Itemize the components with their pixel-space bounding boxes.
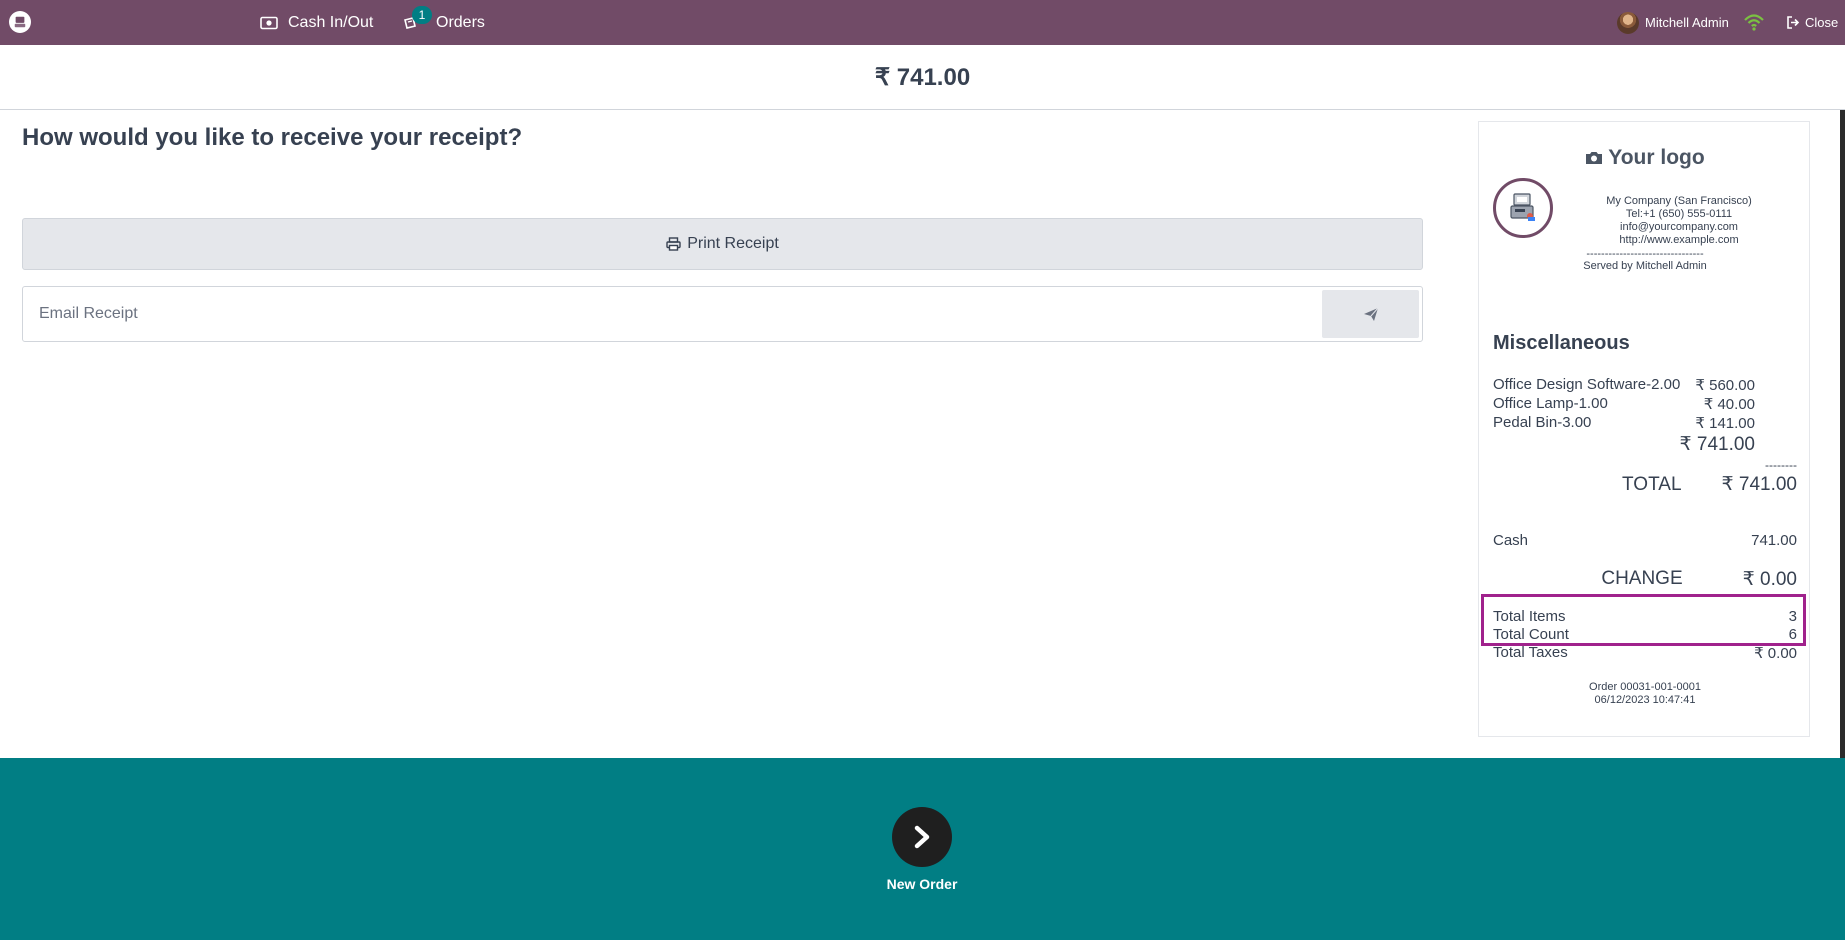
pos-logo-icon[interactable]: [9, 11, 31, 33]
total-taxes-value: ₹ 0.00: [1754, 645, 1797, 662]
printer-icon: [666, 237, 681, 251]
total-label: TOTAL: [1622, 474, 1682, 495]
cash-icon: [260, 16, 278, 29]
email-receipt-input[interactable]: [23, 287, 1322, 341]
user-name: Mitchell Admin: [1645, 15, 1729, 30]
category-title: Miscellaneous: [1493, 332, 1630, 354]
receipt-line: Office Lamp-1.00 ₹ 40.00: [1493, 395, 1755, 413]
payment-row: Cash 741.00: [1493, 532, 1797, 549]
new-order-button[interactable]: [892, 807, 952, 867]
email-receipt-form: [22, 286, 1423, 342]
paper-plane-icon: [1363, 307, 1378, 321]
total-items-value: 3: [1788, 608, 1797, 625]
line-price: ₹ 560.00: [1695, 377, 1755, 394]
company-website: http://www.example.com: [1619, 234, 1739, 246]
avatar: [1617, 11, 1639, 34]
company-email: info@yourcompany.com: [1620, 221, 1738, 233]
orders-button[interactable]: 1 Orders: [402, 0, 485, 45]
close-icon: [1787, 16, 1800, 29]
order-date: 06/12/2023 10:47:41: [1594, 694, 1696, 706]
served-by-block: -------------------------------- Served …: [1479, 248, 1811, 272]
close-button[interactable]: Close: [1786, 0, 1838, 45]
order-reference: Order 00031-001-0001 06/12/2023 10:47:41: [1479, 681, 1811, 707]
company-phone: Tel:+1 (650) 555-0111: [1625, 208, 1733, 220]
line-name: Pedal Bin-3.00: [1493, 414, 1592, 431]
company-info: My Company (San Francisco) Tel:+1 (650) …: [1559, 195, 1799, 247]
total-taxes-row: Total Taxes ₹ 0.00: [1493, 644, 1797, 662]
receipt-line: Pedal Bin-3.00 ₹ 141.00: [1493, 414, 1755, 432]
line-price: ₹ 141.00: [1695, 415, 1755, 432]
close-label: Close: [1805, 15, 1839, 30]
subtotal-dashes: --------: [1765, 458, 1797, 472]
chevron-right-icon: [914, 825, 930, 849]
subtotal: ₹ 741.00: [1679, 434, 1755, 455]
logo-text: Your logo: [1608, 146, 1705, 169]
new-order-label: New Order: [886, 876, 958, 892]
user-menu[interactable]: Mitchell Admin: [1617, 0, 1729, 45]
order-amount-bar: ₹ 741.00: [0, 45, 1845, 110]
receipt-logo: Your logo: [1479, 146, 1811, 170]
total-items-label: Total Items: [1493, 608, 1566, 625]
orders-count-badge: 1: [412, 5, 432, 24]
total-count-row: Total Count 6: [1493, 626, 1797, 643]
line-name: Office Design Software-2.00: [1493, 376, 1681, 393]
payment-amount: 741.00: [1751, 532, 1797, 549]
separator-line: --------------------------------: [1586, 248, 1704, 260]
send-email-button[interactable]: [1322, 290, 1419, 338]
total-taxes-label: Total Taxes: [1493, 644, 1568, 661]
change-value: ₹ 0.00: [1742, 569, 1797, 590]
orders-label: Orders: [436, 13, 485, 31]
print-receipt-button[interactable]: Print Receipt: [22, 218, 1423, 270]
total-value: ₹ 741.00: [1721, 474, 1797, 495]
top-bar: Cash In/Out 1 Orders Mitchell Admin Clos…: [0, 0, 1845, 45]
cash-in-out-label: Cash In/Out: [288, 13, 374, 31]
wifi-icon[interactable]: [1743, 12, 1765, 32]
company-name: My Company (San Francisco): [1606, 195, 1752, 207]
total-items-row: Total Items 3: [1493, 608, 1797, 625]
cash-in-out-button[interactable]: Cash In/Out: [260, 0, 373, 45]
receipt-question: How would you like to receive your recei…: [22, 124, 523, 151]
order-number: Order 00031-001-0001: [1589, 681, 1701, 693]
company-avatar-icon: [1493, 178, 1553, 238]
print-receipt-label: Print Receipt: [687, 235, 779, 252]
total-count-value: 6: [1788, 626, 1797, 643]
order-amount: ₹ 741.00: [874, 63, 971, 91]
total-row: TOTAL ₹ 741.00: [1493, 473, 1797, 496]
total-count-label: Total Count: [1493, 626, 1569, 643]
receipt-preview: Your logo My Company (San Francisco) Tel…: [1478, 121, 1810, 737]
change-row: CHANGE ₹ 0.00: [1493, 568, 1797, 591]
line-price: ₹ 40.00: [1703, 396, 1755, 413]
scrollbar-edge: [1840, 110, 1845, 758]
camera-icon: [1586, 152, 1603, 164]
line-name: Office Lamp-1.00: [1493, 395, 1608, 412]
payment-method: Cash: [1493, 532, 1529, 549]
receipt-line: Office Design Software-2.00 ₹ 560.00: [1493, 376, 1755, 394]
served-by: Served by Mitchell Admin: [1583, 260, 1707, 272]
change-label: CHANGE: [1601, 568, 1683, 589]
